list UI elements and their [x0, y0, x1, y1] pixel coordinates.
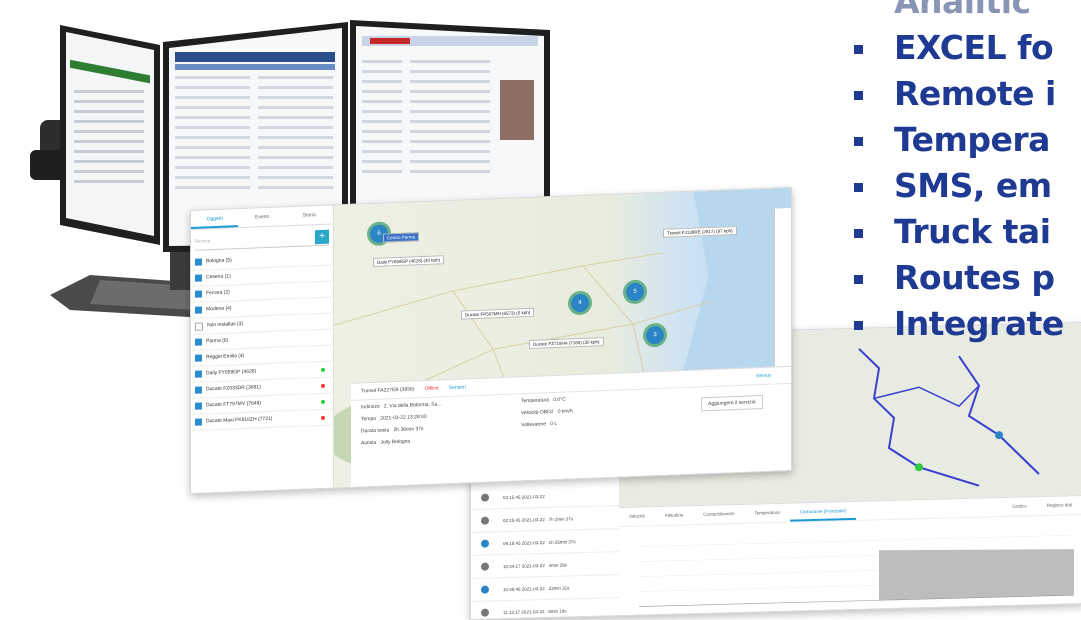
checkbox-icon[interactable]: [195, 322, 203, 331]
feature-item: EXCEL fo: [848, 26, 1081, 72]
tab-odometer[interactable]: Contachilometri: [693, 505, 744, 524]
search-input[interactable]: Ricerca +: [195, 228, 329, 251]
vehicle-detail-panel: Transit FA227EB (3656) Offline Sensori S…: [351, 365, 791, 488]
feature-item: Tempera: [848, 118, 1081, 164]
status-dot: [321, 415, 325, 420]
stop-icon: [481, 608, 489, 617]
drive-icon: [481, 539, 489, 548]
bullet-icon: [854, 183, 863, 192]
checkbox-icon[interactable]: [195, 290, 202, 298]
fuel-chart-panel: Velocità Altitudine Contachilometri Temp…: [619, 494, 1081, 616]
stop-icon: [481, 493, 489, 502]
tab-speed[interactable]: Velocità: [619, 507, 655, 526]
tab-altitude[interactable]: Altitudine: [655, 506, 694, 525]
fuel-chart: [639, 534, 1074, 607]
bullet-icon: [854, 45, 863, 54]
add-service-button[interactable]: Aggiungere il servizio: [701, 395, 763, 412]
tracking-map-screenshot: 6 5 4 3 2 Centro Parma Daily FY658GP (46…: [190, 186, 792, 495]
bullet-icon: [854, 321, 863, 330]
objects-panel: Oggetti Eventi Storia Ricerca + Bologna …: [191, 205, 334, 493]
checkbox-icon[interactable]: [195, 258, 202, 266]
bullet-icon: [854, 91, 863, 100]
graph-button[interactable]: Grafico: [1002, 497, 1037, 516]
status-dot: [321, 367, 325, 372]
bullet-icon: [854, 229, 863, 238]
status-badge: Offline: [424, 385, 439, 392]
status-dot: [321, 383, 325, 388]
feature-item: Integrate: [848, 302, 1081, 348]
checkbox-icon[interactable]: [195, 418, 202, 426]
bullet-icon: [854, 137, 863, 146]
feature-list: Analitic EXCEL fo Remote i Tempera SMS, …: [848, 0, 1081, 348]
feature-item: Truck tai: [848, 210, 1081, 256]
services-title[interactable]: Servizi: [746, 367, 791, 385]
tab-fuel[interactable]: Carburante (Principale): [789, 501, 857, 522]
feature-item: Remote i: [848, 72, 1081, 118]
feature-item: SMS, em: [848, 164, 1081, 210]
feature-item: Analitic: [894, 0, 1031, 21]
checkbox-icon[interactable]: [195, 274, 202, 282]
checkbox-icon[interactable]: [195, 402, 202, 410]
status-dot: [321, 399, 325, 404]
sensors-title[interactable]: Sensori: [439, 379, 466, 396]
map-label: Centro Parma: [383, 232, 420, 243]
vehicle-title: Transit FA227EB (3656): [361, 386, 415, 395]
tab-events[interactable]: Eventi: [238, 207, 285, 227]
checkbox-icon[interactable]: [195, 386, 202, 394]
feature-item: Routes p: [848, 256, 1081, 302]
checkbox-icon[interactable]: [195, 370, 202, 378]
add-object-button[interactable]: +: [315, 229, 329, 245]
checkbox-icon[interactable]: [195, 306, 202, 314]
stop-icon: [481, 562, 489, 571]
history-list: 02:15:45 2021-03-22 02:15:45 2021-03-22 …: [471, 483, 619, 620]
checkbox-icon[interactable]: [195, 338, 202, 346]
stop-icon: [481, 516, 489, 525]
tab-objects[interactable]: Oggetti: [191, 209, 239, 229]
bullet-icon: [854, 275, 863, 284]
tab-temperature[interactable]: Temperatura: [745, 504, 790, 523]
checkbox-icon[interactable]: [195, 354, 202, 362]
drive-icon: [481, 585, 489, 594]
tab-history[interactable]: Storia: [286, 206, 333, 226]
data-log-button[interactable]: Registro dati: [1037, 496, 1081, 515]
